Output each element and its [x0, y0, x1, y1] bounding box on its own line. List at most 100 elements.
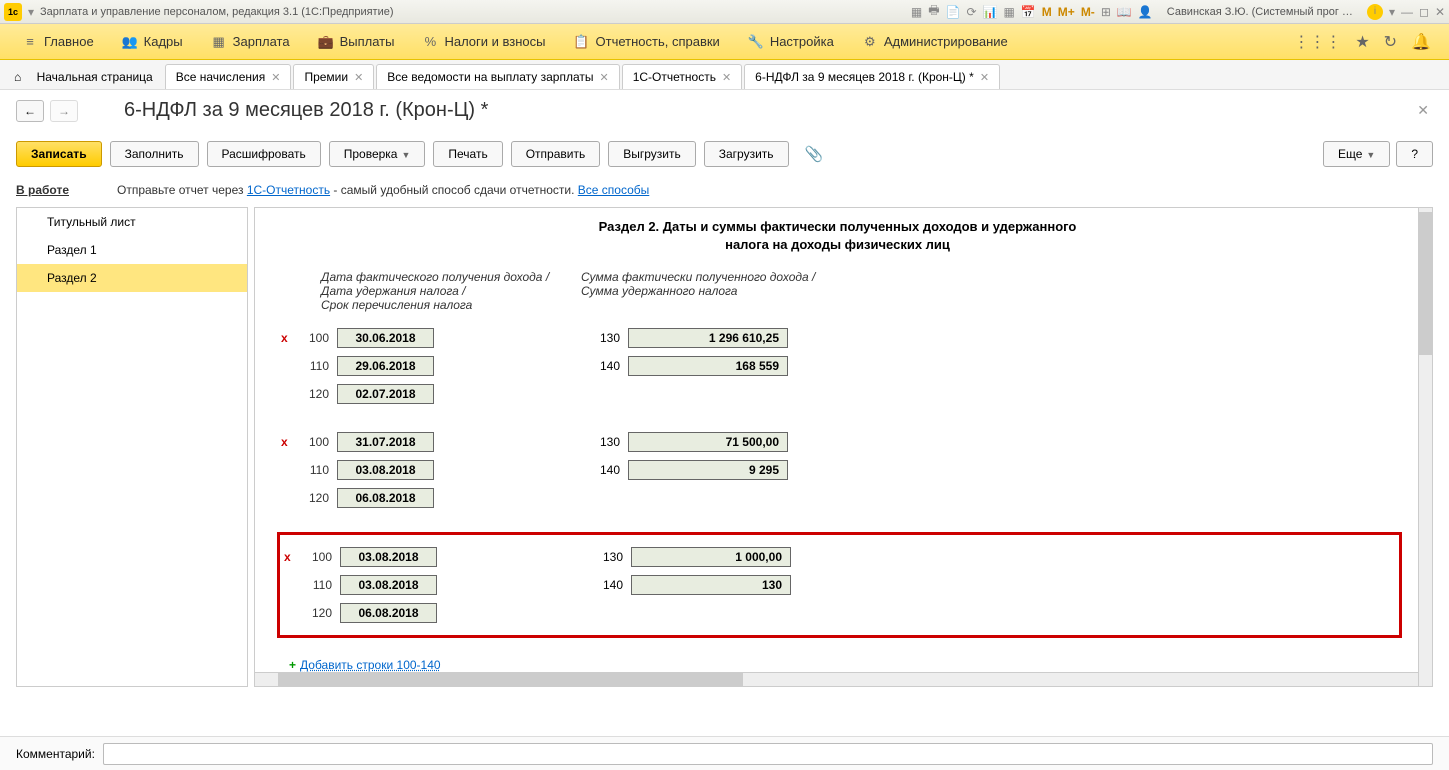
menu-staff[interactable]: 👥Кадры: [108, 24, 197, 59]
date-field[interactable]: 03.08.2018: [340, 547, 437, 567]
check-button[interactable]: Проверка▼: [329, 141, 426, 167]
dropdown-icon[interactable]: ▾: [28, 5, 34, 19]
reporting-link[interactable]: 1С-Отчетность: [247, 183, 330, 197]
attach-icon[interactable]: 📎: [797, 141, 832, 167]
print-icon[interactable]: 🖶: [928, 1, 939, 22]
chevron-down-icon: ▼: [1366, 150, 1375, 160]
menu-salary[interactable]: ▦Зарплата: [197, 24, 304, 59]
menu-main[interactable]: ≡Главное: [8, 24, 108, 59]
document-title: 6-НДФЛ за 9 месяцев 2018 г. (Крон-Ц) *: [124, 99, 488, 122]
status-label[interactable]: В работе: [16, 183, 69, 197]
sidebar-item-section-2[interactable]: Раздел 2: [17, 264, 247, 292]
date-field[interactable]: 29.06.2018: [337, 356, 434, 376]
date-field[interactable]: 30.06.2018: [337, 328, 434, 348]
info-icon[interactable]: i: [1367, 4, 1383, 20]
titlebar: 1c ▾ Зарплата и управление персоналом, р…: [0, 0, 1449, 24]
amount-field[interactable]: 1 000,00: [631, 547, 791, 567]
close-icon[interactable]: ✕: [1435, 5, 1445, 19]
all-methods-link[interactable]: Все способы: [578, 183, 650, 197]
menu-reports[interactable]: 📋Отчетность, справки: [560, 24, 734, 59]
history-icon[interactable]: ↻: [1384, 32, 1397, 52]
row-code: 100: [301, 331, 329, 345]
tab-home[interactable]: ⌂ Начальная страница: [4, 64, 163, 89]
tab-accruals[interactable]: Все начисления✕: [165, 64, 292, 89]
row-code: 120: [301, 387, 329, 401]
row-code: 120: [301, 491, 329, 505]
menu-taxes[interactable]: %Налоги и взносы: [408, 24, 559, 59]
close-icon[interactable]: ✕: [980, 71, 989, 84]
nav-icon[interactable]: ⊞: [1101, 5, 1111, 19]
amount-field[interactable]: 130: [631, 575, 791, 595]
delete-icon[interactable]: x: [281, 435, 293, 449]
chart-icon[interactable]: 📊: [983, 5, 998, 19]
bell-icon[interactable]: 🔔: [1411, 32, 1431, 52]
print-button[interactable]: Печать: [433, 141, 502, 167]
decode-button[interactable]: Расшифровать: [207, 141, 321, 167]
tab-payrolls[interactable]: Все ведомости на выплату зарплаты✕: [376, 64, 619, 89]
row-code: 130: [590, 331, 620, 345]
sidebar-item-title-page[interactable]: Титульный лист: [17, 208, 247, 236]
menu-settings[interactable]: 🔧Настройка: [734, 24, 848, 59]
row-code: 100: [304, 550, 332, 564]
close-icon[interactable]: ✕: [722, 71, 731, 84]
row-code: 140: [593, 578, 623, 592]
close-icon[interactable]: ✕: [599, 71, 608, 84]
close-icon[interactable]: ✕: [271, 71, 280, 84]
amount-field[interactable]: 71 500,00: [628, 432, 788, 452]
menu-admin[interactable]: ⚙Администрирование: [848, 24, 1022, 59]
maximize-icon[interactable]: ◻: [1419, 5, 1429, 19]
row-code: 110: [301, 463, 329, 477]
fill-button[interactable]: Заполнить: [110, 141, 199, 167]
amount-field[interactable]: 9 295: [628, 460, 788, 480]
m-icon[interactable]: M: [1042, 5, 1052, 19]
delete-icon[interactable]: x: [284, 550, 296, 564]
date-field[interactable]: 06.08.2018: [337, 488, 434, 508]
more-button[interactable]: Еще▼: [1323, 141, 1390, 167]
help-button[interactable]: ?: [1396, 141, 1433, 167]
chevron-down-icon: ▼: [401, 150, 410, 160]
calendar-icon[interactable]: 📅: [1021, 5, 1036, 19]
add-rows-link[interactable]: +Добавить строки 100-140: [289, 658, 1402, 672]
dropdown-icon[interactable]: ▾: [1389, 5, 1395, 19]
data-row: 11003.08.20181409 295: [281, 456, 1402, 484]
send-button[interactable]: Отправить: [511, 141, 601, 167]
sidebar-item-section-1[interactable]: Раздел 1: [17, 236, 247, 264]
forward-button[interactable]: →: [50, 100, 78, 122]
close-document-icon[interactable]: ✕: [1413, 98, 1433, 123]
tab-6ndfl[interactable]: 6-НДФЛ за 9 месяцев 2018 г. (Крон-Ц) *✕: [744, 64, 1000, 89]
tab-reporting[interactable]: 1С-Отчетность✕: [622, 64, 742, 89]
star-icon[interactable]: ★: [1355, 32, 1369, 52]
data-row: x 100 30.06.2018 130 1 296 610,25: [281, 324, 1402, 352]
amount-field[interactable]: 168 559: [628, 356, 788, 376]
save-button[interactable]: Записать: [16, 141, 102, 167]
people-icon: 👥: [122, 34, 138, 50]
horizontal-scrollbar[interactable]: [255, 672, 1418, 686]
doc-icon[interactable]: 📄: [946, 5, 961, 19]
data-row: 12006.08.2018: [284, 599, 1395, 627]
export-button[interactable]: Выгрузить: [608, 141, 696, 167]
m-minus-icon[interactable]: M-: [1081, 5, 1095, 19]
menu-payments[interactable]: 💼Выплаты: [304, 24, 409, 59]
vertical-scrollbar[interactable]: [1418, 208, 1432, 686]
row-code: 140: [590, 359, 620, 373]
date-field[interactable]: 06.08.2018: [340, 603, 437, 623]
tab-bonuses[interactable]: Премии✕: [293, 64, 374, 89]
toolbar-icon[interactable]: ▦: [911, 5, 922, 19]
comment-input[interactable]: [103, 743, 1433, 765]
header-sums: Сумма фактически полученного дохода / Су…: [581, 270, 841, 312]
date-field[interactable]: 03.08.2018: [340, 575, 437, 595]
delete-icon[interactable]: x: [281, 331, 293, 345]
import-button[interactable]: Загрузить: [704, 141, 789, 167]
grid-icon[interactable]: ▦: [1004, 5, 1015, 19]
date-field[interactable]: 31.07.2018: [337, 432, 434, 452]
date-field[interactable]: 02.07.2018: [337, 384, 434, 404]
close-icon[interactable]: ✕: [354, 71, 363, 84]
m-plus-icon[interactable]: M+: [1058, 5, 1075, 19]
apps-icon[interactable]: ⋮⋮⋮: [1293, 32, 1341, 52]
minimize-icon[interactable]: —: [1401, 5, 1413, 19]
amount-field[interactable]: 1 296 610,25: [628, 328, 788, 348]
book-icon[interactable]: 📖: [1117, 5, 1132, 19]
reload-icon[interactable]: ⟳: [966, 5, 976, 19]
back-button[interactable]: ←: [16, 100, 44, 122]
date-field[interactable]: 03.08.2018: [337, 460, 434, 480]
